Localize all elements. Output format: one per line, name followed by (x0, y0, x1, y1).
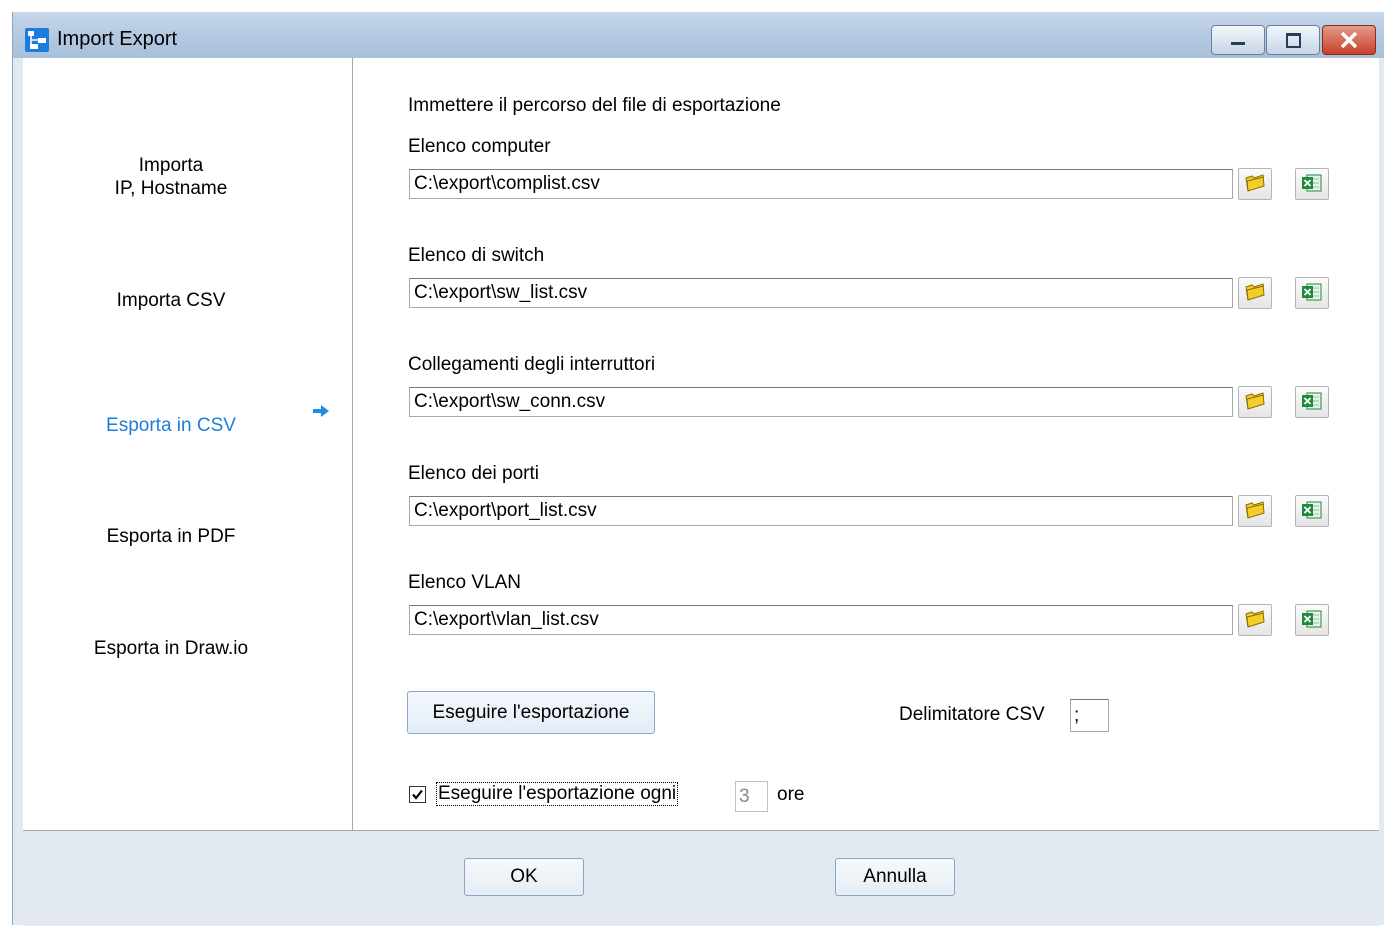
sidebar-item-import-ip[interactable]: Importa IP, Hostname (23, 154, 319, 200)
switch-list-path-input[interactable] (409, 278, 1233, 308)
sidebar-item-label: Esporta in CSV (106, 415, 236, 436)
excel-icon (1302, 283, 1322, 301)
content-area: Importa IP, Hostname Importa CSV Esporta… (23, 58, 1379, 830)
cancel-button[interactable]: Annulla (835, 858, 955, 896)
close-button[interactable] (1322, 25, 1376, 55)
computer-list-path-input[interactable] (409, 169, 1233, 199)
excel-icon (1302, 174, 1322, 192)
sidebar-item-label: Esporta in PDF (106, 526, 236, 547)
schedule-hours-unit: ore (777, 784, 805, 805)
folder-icon (1245, 283, 1265, 301)
ok-button[interactable]: OK (464, 858, 584, 896)
app-icon (25, 28, 49, 52)
arrow-right-icon (313, 405, 329, 417)
field-label-port-list: Elenco dei porti (408, 463, 539, 484)
browse-port-list-button[interactable] (1238, 495, 1272, 527)
minimize-icon (1231, 42, 1245, 45)
schedule-export-checkbox[interactable] (409, 786, 426, 803)
field-label-switch-connections: Collegamenti degli interruttori (408, 354, 656, 375)
maximize-icon (1286, 33, 1301, 48)
sidebar-item-label: Importa (138, 155, 204, 176)
field-label-switch-list: Elenco di switch (408, 245, 545, 266)
folder-icon (1245, 392, 1265, 410)
open-excel-switch-list-button[interactable] (1295, 277, 1329, 309)
instruction-text: Immettere il percorso del file di esport… (408, 95, 781, 116)
folder-icon (1245, 610, 1265, 628)
browse-computer-list-button[interactable] (1238, 168, 1272, 200)
switch-connections-path-input[interactable] (409, 387, 1233, 417)
excel-icon (1302, 610, 1322, 628)
folder-icon (1245, 501, 1265, 519)
minimize-button[interactable] (1211, 25, 1265, 55)
schedule-export-label[interactable]: Eseguire l'esportazione ogni (435, 782, 679, 806)
csv-delimiter-input[interactable] (1070, 699, 1109, 732)
browse-vlan-list-button[interactable] (1238, 604, 1272, 636)
csv-delimiter-label: Delimitatore CSV (899, 704, 1045, 725)
excel-icon (1302, 392, 1322, 410)
port-list-path-input[interactable] (409, 496, 1233, 526)
export-panel: Immettere il percorso del file di esport… (353, 58, 1379, 830)
sidebar-item-export-drawio[interactable]: Esporta in Draw.io (23, 637, 319, 660)
vlan-list-path-input[interactable] (409, 605, 1233, 635)
run-export-button[interactable]: Eseguire l'esportazione (407, 691, 655, 734)
window-title: Import Export (57, 28, 178, 50)
title-bar[interactable]: Import Export (13, 12, 1384, 58)
sidebar-item-import-csv[interactable]: Importa CSV (23, 289, 319, 312)
sidebar-item-export-pdf[interactable]: Esporta in PDF (23, 525, 319, 548)
schedule-hours-input[interactable] (735, 781, 768, 812)
import-export-window: Import Export Importa IP, Hostname Impor… (12, 12, 1384, 926)
sidebar-item-label: Importa CSV (116, 290, 226, 311)
close-icon (1340, 31, 1358, 49)
checkmark-icon (412, 789, 423, 800)
open-excel-vlan-list-button[interactable] (1295, 604, 1329, 636)
open-excel-port-list-button[interactable] (1295, 495, 1329, 527)
field-label-computer-list: Elenco computer (408, 136, 551, 157)
dialog-footer: OK Annulla (23, 830, 1379, 926)
open-excel-computer-list-button[interactable] (1295, 168, 1329, 200)
field-label-vlan-list: Elenco VLAN (408, 572, 522, 593)
browse-switch-list-button[interactable] (1238, 277, 1272, 309)
open-excel-switch-connections-button[interactable] (1295, 386, 1329, 418)
folder-icon (1245, 174, 1265, 192)
sidebar-item-label: Esporta in Draw.io (93, 638, 249, 659)
maximize-button[interactable] (1266, 25, 1320, 55)
browse-switch-connections-button[interactable] (1238, 386, 1272, 418)
excel-icon (1302, 501, 1322, 519)
sidebar-item-label: IP, Hostname (114, 178, 228, 199)
sidebar-item-export-csv[interactable]: Esporta in CSV (23, 414, 319, 437)
sidebar: Importa IP, Hostname Importa CSV Esporta… (23, 58, 353, 830)
